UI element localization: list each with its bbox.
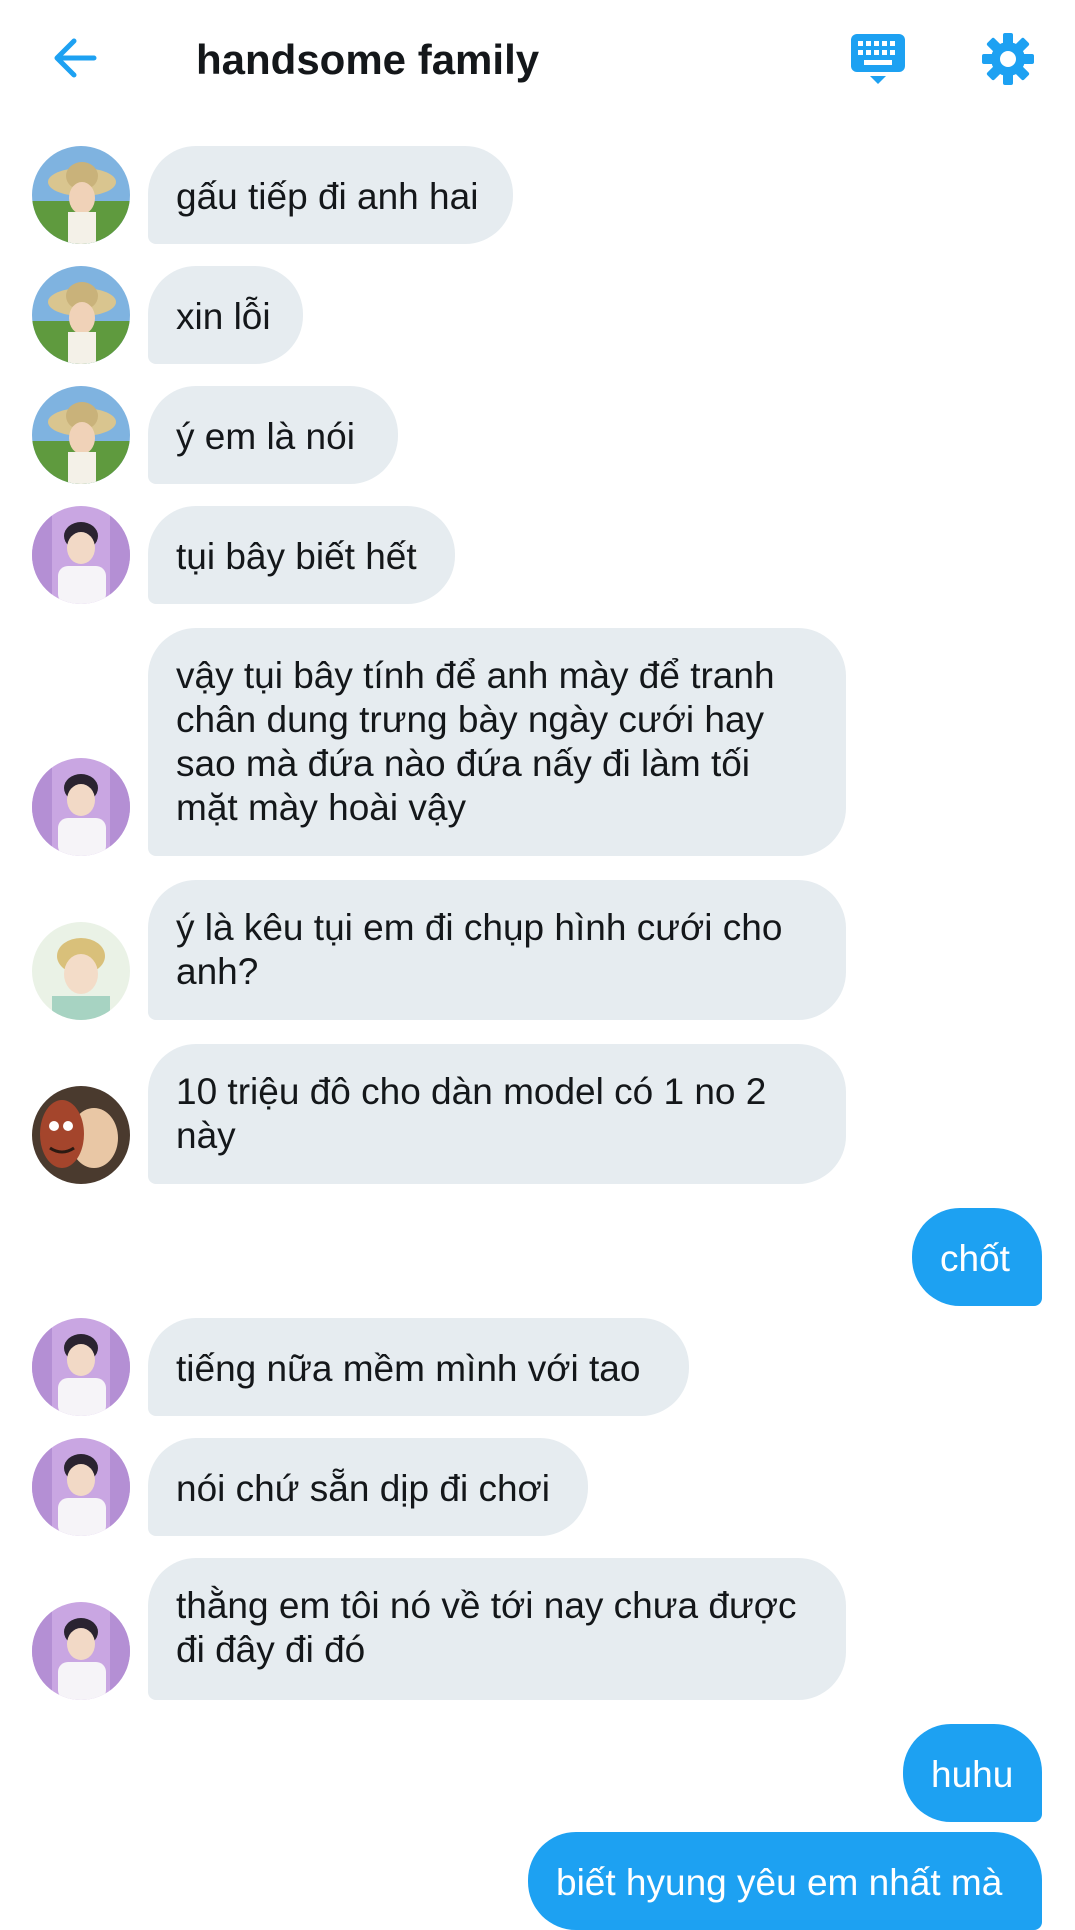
message-bubble[interactable]: nói chứ sẵn dịp đi chơi bbox=[148, 1438, 588, 1536]
avatar-blond[interactable] bbox=[32, 922, 130, 1020]
conversation-header: handsome family bbox=[0, 0, 1075, 120]
avatar-purple[interactable] bbox=[32, 758, 130, 856]
message-bubble[interactable]: 10 triệu đô cho dàn model có 1 no 2 này bbox=[148, 1044, 846, 1184]
avatar-purple[interactable] bbox=[32, 1602, 130, 1700]
message-text: vậy tụi bây tính để anh mày để tranh châ… bbox=[176, 655, 775, 828]
arrow-left-icon bbox=[50, 33, 100, 88]
outgoing-message-bubble[interactable]: huhu bbox=[903, 1724, 1042, 1822]
keyboard-icon bbox=[849, 30, 907, 93]
gear-icon bbox=[980, 31, 1036, 92]
message-bubble[interactable]: gấu tiếp đi anh hai bbox=[148, 146, 513, 244]
message-text: biết hyung yêu em nhất mà bbox=[556, 1862, 1003, 1903]
outgoing-message-bubble[interactable]: chốt bbox=[912, 1208, 1042, 1306]
message-text: nói chứ sẵn dịp đi chơi bbox=[176, 1468, 551, 1509]
avatar-straw-hat[interactable] bbox=[32, 386, 130, 484]
avatar-straw-hat[interactable] bbox=[32, 266, 130, 364]
message-bubble[interactable]: tiếng nữa mềm mình với tao bbox=[148, 1318, 689, 1416]
outgoing-message-bubble[interactable]: biết hyung yêu em nhất mà bbox=[528, 1832, 1042, 1930]
message-bubble[interactable]: ý là kêu tụi em đi chụp hình cưới cho an… bbox=[148, 880, 846, 1020]
avatar-straw-hat[interactable] bbox=[32, 146, 130, 244]
back-button[interactable] bbox=[40, 30, 110, 90]
keyboard-button[interactable] bbox=[845, 28, 911, 94]
conversation-title[interactable]: handsome family bbox=[196, 30, 539, 90]
avatar-purple[interactable] bbox=[32, 1318, 130, 1416]
message-text: xin lỗi bbox=[176, 296, 271, 337]
message-text: tiếng nữa mềm mình với tao bbox=[176, 1348, 641, 1389]
message-bubble[interactable]: tụi bây biết hết bbox=[148, 506, 455, 604]
settings-button[interactable] bbox=[975, 28, 1041, 94]
message-bubble[interactable]: vậy tụi bây tính để anh mày để tranh châ… bbox=[148, 628, 846, 856]
message-text: gấu tiếp đi anh hai bbox=[176, 176, 479, 217]
message-bubble[interactable]: xin lỗi bbox=[148, 266, 303, 364]
message-bubble[interactable]: ý em là nói bbox=[148, 386, 398, 484]
avatar-purple[interactable] bbox=[32, 1438, 130, 1536]
message-text: 10 triệu đô cho dàn model có 1 no 2 này bbox=[176, 1071, 767, 1156]
message-text: tụi bây biết hết bbox=[176, 536, 417, 577]
message-text: ý là kêu tụi em đi chụp hình cưới cho an… bbox=[176, 907, 783, 992]
message-text: ý em là nói bbox=[176, 416, 355, 457]
message-bubble[interactable]: thằng em tôi nó về tới nay chưa được đi … bbox=[148, 1558, 846, 1700]
avatar-mask[interactable] bbox=[32, 1086, 130, 1184]
avatar-purple[interactable] bbox=[32, 506, 130, 604]
message-text: chốt bbox=[940, 1238, 1010, 1279]
message-text: huhu bbox=[931, 1754, 1014, 1795]
message-text: thằng em tôi nó về tới nay chưa được đi … bbox=[176, 1585, 797, 1670]
